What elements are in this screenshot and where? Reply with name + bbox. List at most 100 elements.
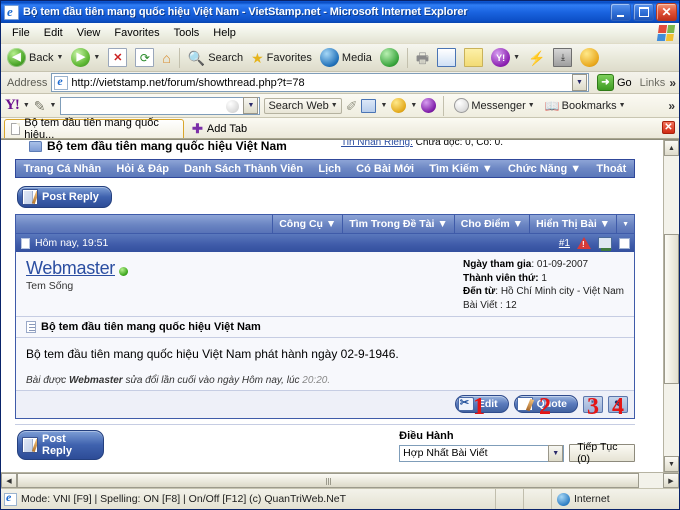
print-button[interactable]: 🖶 — [413, 46, 432, 70]
moderation-controls: Hợp Nhất Bài Viết ▼ Tiếp Tục (0) — [399, 441, 635, 465]
close-button[interactable]: ✕ — [656, 3, 677, 21]
moderation-continue-button[interactable]: Tiếp Tục (0) — [569, 441, 635, 465]
yahoo-search-input[interactable]: ▼ — [60, 96, 261, 115]
stat-member-number-value: 1 — [541, 272, 547, 284]
user-ip-icon[interactable] — [598, 237, 612, 251]
nav-item-search[interactable]: Tìm Kiếm ▼ — [429, 163, 492, 175]
horizontal-scroll-thumb[interactable] — [17, 473, 639, 488]
download-button[interactable]: ⤓ — [550, 46, 575, 70]
post-reply-button-top[interactable]: Post Reply — [17, 186, 112, 208]
tab-active[interactable]: Bộ tem đầu tiên mang quốc hiệu... — [4, 117, 184, 141]
page-horizontal-scrollbar[interactable]: ◀ ▶ — [1, 472, 679, 488]
messenger-button[interactable]: Messenger ▼ — [451, 97, 537, 114]
close-tab-button[interactable]: ✕ — [662, 121, 675, 134]
maximize-button[interactable] — [633, 3, 654, 21]
yahoo-overflow-icon[interactable]: » — [668, 99, 675, 113]
select-post-checkbox[interactable] — [619, 237, 630, 249]
page-vertical-scrollbar[interactable]: ▲ ▼ — [663, 140, 679, 472]
vertical-scroll-track[interactable] — [664, 156, 679, 456]
tabs-icon[interactable] — [361, 98, 377, 113]
nav-item-faq[interactable]: Hỏi & Đáp — [116, 163, 169, 175]
nav-item-members[interactable]: Danh Sách Thành Viên — [184, 163, 303, 175]
minimize-button[interactable] — [610, 3, 631, 21]
download-icon: ⤓ — [553, 48, 573, 67]
search-web-dropdown-icon[interactable]: ▼ — [331, 102, 338, 109]
emoticon-button[interactable] — [577, 46, 602, 70]
post-reply-button-bottom[interactable]: Post Reply — [17, 430, 105, 460]
nav-item-calendar[interactable]: Lịch — [318, 163, 341, 175]
menu-item-view[interactable]: View — [70, 25, 108, 41]
add-tab-label: Add Tab — [206, 122, 248, 135]
address-input[interactable]: http://vietstamp.net/forum/showthread.ph… — [51, 73, 589, 92]
thread-tool-tim-trong-de-tai[interactable]: Tìm Trong Đề Tài ▼ — [342, 215, 453, 233]
title-bar: Bộ tem đầu tiên mang quốc hiệu Việt Nam … — [1, 1, 679, 23]
tabs-dropdown-icon[interactable]: ▼ — [380, 102, 387, 109]
menu-item-file[interactable]: File — [5, 25, 37, 41]
report-post-icon[interactable] — [577, 237, 591, 249]
nav-item-profile[interactable]: Trang Cá Nhân — [24, 163, 102, 175]
menu-item-tools[interactable]: Tools — [167, 25, 207, 41]
search-web-button[interactable]: Search Web ▼ — [264, 97, 342, 114]
highlighter-icon[interactable]: ✐ — [346, 99, 358, 113]
vertical-scroll-thumb[interactable] — [664, 234, 679, 384]
antispy-icon[interactable] — [391, 98, 407, 113]
home-button[interactable]: ⌂ — [159, 46, 173, 70]
back-button[interactable]: ◀ Back ▼ — [4, 46, 66, 70]
thread-tool-hien-thi-bai[interactable]: Hiển Thị Bài ▼ — [529, 215, 616, 233]
antispy-dropdown-icon[interactable]: ▼ — [410, 102, 417, 109]
stop-button[interactable]: ✕ — [105, 46, 130, 70]
address-dropdown-button[interactable]: ▼ — [571, 74, 587, 91]
favorites-button[interactable]: ★ Favorites — [248, 46, 315, 70]
scroll-down-button[interactable]: ▼ — [664, 456, 679, 472]
forward-button[interactable]: ▶ ▼ — [68, 46, 103, 70]
thread-tool-more[interactable]: ▼ — [616, 215, 634, 233]
toolbar-separator-2 — [406, 47, 408, 68]
pm-link[interactable]: Tin Nhắn Riêng: — [341, 140, 413, 148]
menu-item-edit[interactable]: Edit — [37, 25, 70, 41]
media-button[interactable]: Media — [317, 46, 375, 70]
post-author[interactable]: Webmaster — [26, 258, 128, 279]
add-tab-button[interactable]: ✚ Add Tab — [184, 119, 255, 138]
menu-item-favorites[interactable]: Favorites — [107, 25, 166, 41]
thread-tool-cho-diem[interactable]: Cho Điểm ▼ — [453, 215, 529, 233]
bookmarks-dropdown-icon[interactable]: ▼ — [619, 102, 626, 109]
moderation-select-dropdown-icon[interactable]: ▼ — [548, 444, 564, 462]
post-author-name[interactable]: Webmaster — [26, 258, 115, 278]
forum-nav-bar: Trang Cá Nhân Hỏi & Đáp Danh Sách Thành … — [15, 159, 635, 178]
back-dropdown-icon[interactable]: ▼ — [56, 54, 63, 61]
messenger-dropdown-icon[interactable]: ▼ — [528, 102, 535, 109]
refresh-button[interactable]: ⟳ — [132, 46, 157, 70]
scroll-right-button[interactable]: ▶ — [663, 473, 679, 488]
popup-blocker-icon[interactable] — [421, 98, 437, 113]
post-number-link[interactable]: #1 — [559, 238, 570, 249]
thread-tool-cong-cu[interactable]: Công Cụ ▼ — [272, 215, 342, 233]
horizontal-scroll-track[interactable] — [639, 473, 663, 488]
menu-item-help[interactable]: Help — [206, 25, 243, 41]
pencil-icon[interactable]: ✎ — [34, 99, 46, 113]
yahoo-logo-dropdown-icon[interactable]: ▼ — [23, 102, 30, 109]
pencil-dropdown-icon[interactable]: ▼ — [50, 102, 57, 109]
notes-button[interactable] — [461, 46, 486, 70]
nav-item-new-posts[interactable]: Có Bài Mới — [356, 163, 414, 175]
moderation-select[interactable]: Hợp Nhất Bài Viết ▼ — [399, 444, 565, 462]
bookmarks-button[interactable]: 📖 Bookmarks ▼ — [542, 99, 629, 113]
moderation-panel: Điều Hành Hợp Nhất Bài Viết ▼ Tiếp Tục (… — [399, 430, 635, 465]
page-favicon-icon — [54, 75, 69, 90]
edit-page-button[interactable] — [434, 46, 459, 70]
scroll-left-button[interactable]: ◀ — [1, 473, 17, 488]
post-reply-icon — [22, 189, 38, 205]
yahoo-dropdown-icon[interactable]: ▼ — [513, 54, 520, 61]
forward-dropdown-icon[interactable]: ▼ — [93, 54, 100, 61]
messenger-alert-button[interactable]: ⚡ — [525, 46, 548, 70]
history-button[interactable] — [377, 46, 402, 70]
scroll-up-button[interactable]: ▲ — [664, 140, 679, 156]
yahoo-button[interactable]: Y! ▼ — [488, 46, 523, 70]
nav-item-logout[interactable]: Thoát — [596, 163, 626, 175]
yahoo-logo[interactable]: Y! — [5, 97, 20, 114]
go-button[interactable]: ➜ Go — [593, 74, 636, 91]
nav-item-functions[interactable]: Chức Năng ▼ — [508, 163, 581, 175]
search-button[interactable]: 🔍 Search — [185, 46, 246, 70]
links-label[interactable]: Links — [640, 77, 666, 89]
yahoo-search-dropdown-button[interactable]: ▼ — [243, 97, 259, 114]
toolbar-overflow-icon[interactable]: » — [669, 76, 676, 90]
